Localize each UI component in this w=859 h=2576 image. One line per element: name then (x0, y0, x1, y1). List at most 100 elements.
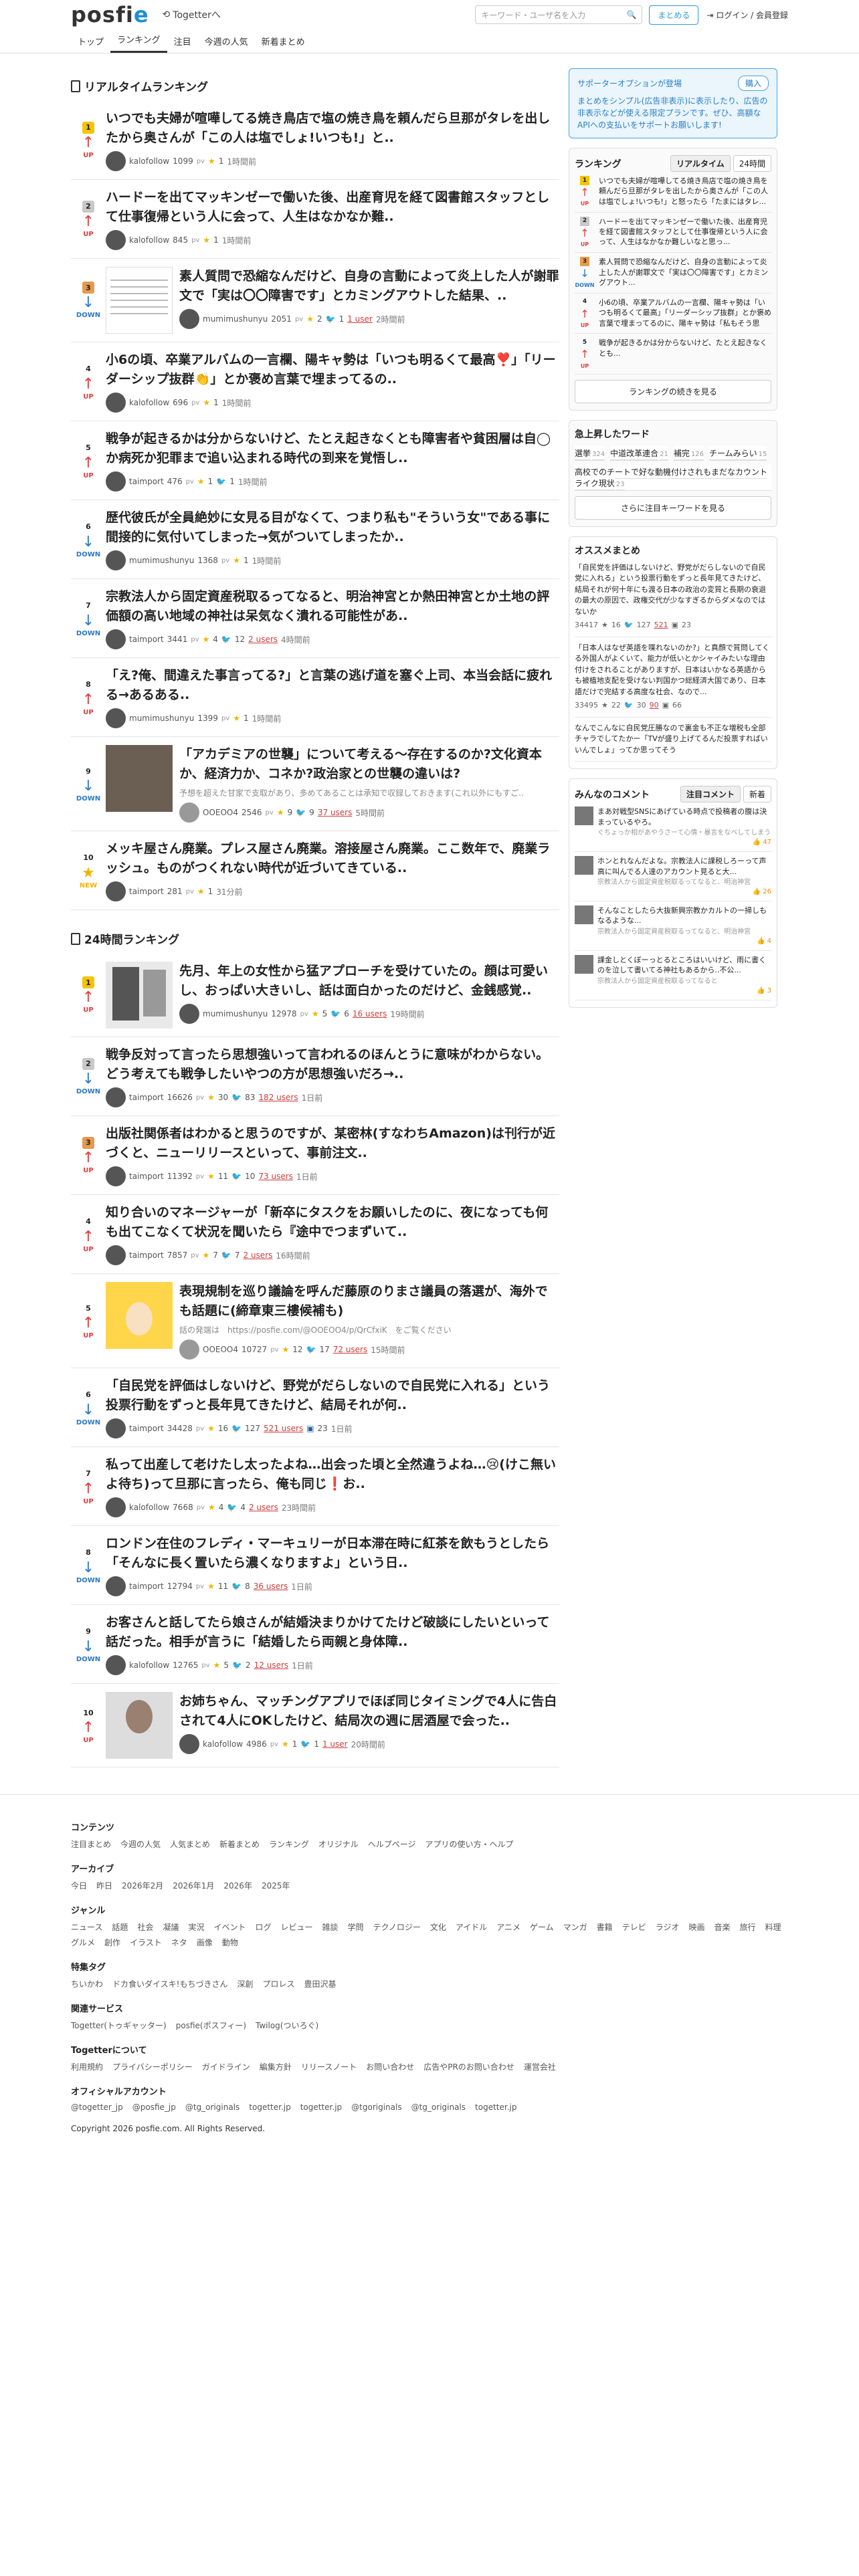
users-badge[interactable]: 90 (650, 700, 659, 712)
footer-link[interactable]: 実況 (188, 1921, 204, 1933)
avatar[interactable] (179, 1004, 199, 1024)
avatar[interactable] (106, 1655, 126, 1675)
supporter-banner[interactable]: サポーターオプションが登場 購入 まとめをシンプル(広告非表示)に表示したり、広… (569, 68, 777, 138)
footer-link[interactable]: グルメ (71, 1937, 95, 1948)
users-badge[interactable]: 36 users (254, 1582, 288, 1591)
footer-link[interactable]: togetter.jp (300, 2103, 342, 2112)
ranking-item[interactable]: 9 ↓ DOWN お客さんと話してたら娘さんが結婚決まりかけてたけど破談にしたいといっ… (71, 1605, 559, 1684)
footer-link[interactable]: 広告やPRのお問い合わせ (423, 2061, 514, 2072)
footer-link[interactable]: 昨日 (96, 1880, 112, 1891)
comment-source[interactable]: 宗教法人から固定資産税取るってなると (597, 977, 771, 986)
togetter-link[interactable]: ⟲ Togetterへ (163, 8, 221, 21)
comment-item[interactable]: まあ対戦型SNSにあげている時点で投稿者の腹は決まっているやろ。 ぐちょっか相があ… (575, 802, 771, 853)
ranking-item[interactable]: 3 ↑ UP 出版社関係者はわかると思うのですが、某密林(すなわちAmazon)は刊行… (71, 1116, 559, 1195)
article-title[interactable]: 「アカデミアの世襲」について考える〜存在するのか?文化資本か、経済力か、コネか?… (179, 745, 559, 783)
footer-link[interactable]: 2026年 (223, 1880, 252, 1891)
footer-link[interactable]: @tg_originals (411, 2103, 466, 2112)
footer-link[interactable]: 凝議 (163, 1921, 179, 1933)
users-badge[interactable]: 2 users (248, 635, 278, 644)
users-badge[interactable]: 182 users (258, 1093, 298, 1102)
article-title[interactable]: 小6の頃、卒業アルバムの一言欄、陽キャ勢は「いつも明るくて最高❣️」「リーダーシ… (106, 350, 559, 389)
keyword-tag[interactable]: 高校でのチートで好な動機付けされもまだなカウントライク現状 23 (575, 464, 771, 491)
article-title[interactable]: 戦争反対って言ったら思想強いって言われるのほんとうに意味がわからない。どう考えて… (106, 1045, 559, 1083)
recommend-text[interactable]: なんでこんなに自民党圧勝なので裏金も不正な増税も全部チャラでしてたかー「TVが盛… (575, 723, 771, 756)
comment-avatar[interactable] (575, 856, 593, 875)
nav-tab[interactable]: トップ (71, 35, 110, 53)
author-name[interactable]: taimport (129, 1251, 164, 1260)
author-name[interactable]: mumimushunyu (129, 714, 194, 723)
nav-tab[interactable]: 今週の人気 (198, 35, 255, 53)
article-title[interactable]: 私って出産して老けたし太ったよね…出会った頃と全然違うよね…😢(けこ無いよ待ち)… (106, 1455, 559, 1493)
author-name[interactable]: taimport (129, 1424, 164, 1433)
users-badge[interactable]: 1 user (347, 314, 373, 324)
nav-tab[interactable]: 新着まとめ (255, 35, 312, 53)
avatar[interactable] (106, 1418, 126, 1438)
article-thumbnail[interactable] (106, 1692, 173, 1759)
footer-link[interactable]: Togetter(トゥギャッター) (71, 2020, 167, 2031)
footer-link[interactable]: ログ (255, 1921, 271, 1933)
ranking-item[interactable]: 9 ↓ DOWN 「アカデミアの世襲」について考える〜存在するのか?文化資本か、経済力… (71, 737, 559, 831)
footer-link[interactable]: ゲーム (530, 1921, 554, 1933)
comment-source[interactable]: ぐちょっか相があやうさーて心情・暴言をなべしてしまう (597, 829, 771, 838)
comments-toggle-option[interactable]: 新着 (743, 786, 771, 803)
footer-link[interactable]: ネタ (171, 1937, 187, 1948)
article-title[interactable]: 知り合いのマネージャーが「新卒にタスクをお願いしたのに、夜になっても何も出てこな… (106, 1203, 559, 1241)
author-name[interactable]: OOEOO4 (203, 808, 238, 817)
avatar[interactable] (106, 708, 126, 728)
footer-link[interactable]: アニメ (496, 1921, 520, 1933)
avatar[interactable] (106, 230, 126, 250)
article-title[interactable]: 出版社関係者はわかると思うのですが、某密林(すなわちAmazon)は刊行が近づく… (106, 1124, 559, 1162)
footer-link[interactable]: 話題 (112, 1921, 128, 1933)
article-thumbnail[interactable] (106, 267, 173, 334)
users-badge[interactable]: 73 users (258, 1172, 293, 1181)
footer-link[interactable]: @tg_originals (185, 2103, 240, 2112)
ranking-item[interactable]: 2 ↑ UP ハードーを出てマッキンゼーで働いた後、出産育児を経て図書館スタッフとして… (71, 180, 559, 259)
comment-item[interactable]: そんなことしたら大抜新興宗教かカルトの一掃しもなるような... 宗教法人から固定資… (575, 901, 771, 951)
footer-link[interactable]: @tgoriginals (351, 2103, 401, 2112)
side-ranking-item[interactable]: 5 ↑ UP 戦争が起きるかは分からないけど、たとえ起きなくとも... (575, 334, 771, 374)
ranking-toggle-option[interactable]: 24時間 (733, 155, 771, 172)
search-icon[interactable]: 🔍 (626, 10, 636, 19)
footer-link[interactable]: ドカ食いダイスキ!もちづきさん (112, 1978, 227, 1990)
create-matome-button[interactable]: まとめる (649, 5, 699, 25)
footer-link[interactable]: 注目まとめ (71, 1838, 111, 1850)
ranking-item[interactable]: 1 ↑ UP 先月、年上の女性から猛アプローチを受けていたの。顔は可愛いし、おっぱい大… (71, 954, 559, 1037)
ranking-item[interactable]: 8 ↑ UP 「え?俺、間違えた事言ってる?」と言葉の逃げ道を塞ぐ上司、本当会話に疲れ… (71, 658, 559, 737)
ranking-item[interactable]: 8 ↓ DOWN ロンドン在住のフレディ・マーキュリーが日本滞在時に紅茶を飲もうとした… (71, 1526, 559, 1605)
footer-link[interactable]: 2026年2月 (122, 1880, 163, 1891)
author-name[interactable]: kalofollow (203, 1739, 243, 1749)
footer-link[interactable]: 利用規約 (71, 2061, 103, 2072)
side-ranking-text[interactable]: 戦争が起きるかは分からないけど、たとえ起きなくとも... (599, 338, 771, 368)
comment-item[interactable]: ホンとれなんだよな。宗教法人に課税しろーって声高に叫んでる人達のアカウント見ると… (575, 852, 771, 901)
recommend-text[interactable]: 「自民党を評価はしないけど、野党がだらしないので自民党に入れる」という投票行動を… (575, 562, 771, 618)
users-badge[interactable]: 37 users (318, 808, 353, 817)
avatar[interactable] (106, 1245, 126, 1265)
footer-link[interactable]: 映画 (688, 1921, 704, 1933)
footer-link[interactable]: togetter.jp (475, 2103, 516, 2112)
comment-source[interactable]: 宗教法人から固定資産税取るってなると、明治神宮 (597, 928, 771, 937)
footer-link[interactable]: 料理 (765, 1921, 781, 1933)
avatar[interactable] (179, 309, 199, 329)
footer-link[interactable]: 今日 (71, 1880, 87, 1891)
avatar[interactable] (106, 1166, 126, 1186)
footer-link[interactable]: イベント (213, 1921, 246, 1933)
ranking-item[interactable]: 7 ↓ DOWN 宗教法人から固定資産税取るってなると、明治神宮とか熱田神宮とか土地の… (71, 579, 559, 658)
ranking-item[interactable]: 1 ↑ UP いつでも夫婦が喧嘩してる焼き鳥店で塩の焼き鳥を頼んだら旦那がタレを出した… (71, 101, 559, 180)
article-title[interactable]: 戦争が起きるかは分からないけど、たとえ起きなくとも障害者や貧困層は自◯か病死か犯… (106, 429, 559, 467)
users-badge[interactable]: 1 user (322, 1739, 348, 1749)
author-name[interactable]: kalofollow (129, 398, 169, 407)
side-ranking-text[interactable]: 素人質問で恐縮なんだけど、自身の言動によって炎上した人が謝罪文で「実は〇〇障害で… (599, 257, 771, 288)
ranking-item[interactable]: 5 ↑ UP 表現規制を巡り議論を呼んだ藤原のりまさ議員の落選が、海外でも話題に(締章… (71, 1274, 559, 1368)
footer-link[interactable]: ちいかわ (71, 1978, 103, 1990)
footer-link[interactable]: 学問 (348, 1921, 364, 1933)
footer-link[interactable]: @togetter_jp (71, 2103, 123, 2112)
avatar[interactable] (179, 802, 199, 823)
users-badge[interactable]: 2 users (244, 1251, 273, 1260)
footer-link[interactable]: レビュー (281, 1921, 313, 1933)
article-title[interactable]: 素人質問で恐縮なんだけど、自身の言動によって炎上した人が謝罪文で「実は〇〇障害で… (179, 267, 559, 305)
keyword-tag[interactable]: 補完 126 (673, 445, 704, 461)
users-badge[interactable]: 2 users (249, 1503, 278, 1512)
author-name[interactable]: taimport (129, 1582, 164, 1591)
article-title[interactable]: 歴代彼氏が全員絶妙に女見る目がなくて、つまり私も"そういう女"である事に間接的に… (106, 508, 559, 546)
side-ranking-item[interactable]: 3 ↓ DOWN 素人質問で恐縮なんだけど、自身の言動によって炎上した人が謝罪文で「実… (575, 253, 771, 294)
